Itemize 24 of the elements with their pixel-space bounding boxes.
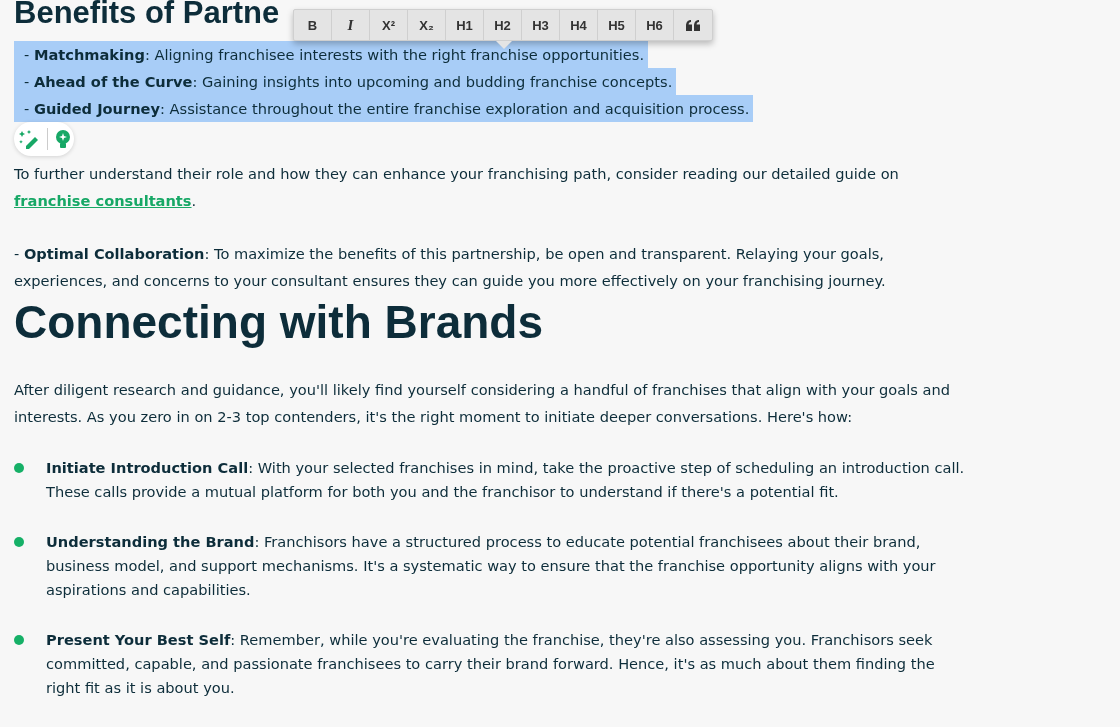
bold-button[interactable]: B xyxy=(294,10,332,40)
paragraph: To further understand their role and how they can enhance your franchising path, consider reading our detailed guide on franchise consultants. xyxy=(14,164,900,211)
format-button[interactable]: X² xyxy=(370,10,408,40)
paragraph: - Optimal Collaboration: To maximize the benefits of this partnership, be open and transparent. Relaying your goals, experiences, and concerns to your consultant ensures they can guide you more effectively on your franchising journey. xyxy=(14,244,887,291)
section-heading: Connecting with Brands xyxy=(14,296,544,348)
format-button[interactable]: X₂ xyxy=(408,10,446,40)
lightbulb-icon[interactable] xyxy=(54,129,71,149)
magic-pencil-icon[interactable] xyxy=(17,129,40,149)
bullet-dot xyxy=(14,537,24,547)
bullet-dot xyxy=(14,635,24,645)
list-item-text: Present Your Best Self: Remember, while you're evaluating the franchise, they're also assessing you. Franchisors seek committed, capable, and passionate franchisees to carry their brand forward. Hence, it's as much about them finding the right fit as it is about you. xyxy=(46,630,936,698)
list-item-text: Understanding the Brand: Franchisors have a structured process to educate potential franchisees about their brand, business model, and support mechanisms. It's a systematic way to ensure that the franchise opportunity aligns with your aspirations and capabilities. xyxy=(46,532,937,600)
format-button[interactable]: H4 xyxy=(560,10,598,40)
format-button[interactable]: H6 xyxy=(636,10,674,40)
bullet-dot xyxy=(14,463,24,473)
section-heading: Benefits of Partne xyxy=(14,0,280,31)
format-button[interactable]: H3 xyxy=(522,10,560,40)
list-item-text: Initiate Introduction Call: With your selected franchises in mind, take the proactive step of scheduling an introduction call. These calls provide a mutual platform for both you and the franchisor to understand if there's a potential fit. xyxy=(46,458,966,502)
format-button[interactable]: H2 xyxy=(484,10,522,40)
paragraph: After diligent research and guidance, you'll likely find yourself considering a handful of franchises that align with your goals and interests. As you zero in on 2-3 top contenders, it's the right moment to initiate deeper conversations. Here's how: xyxy=(14,380,951,427)
quote-icon xyxy=(686,19,700,31)
format-button[interactable]: H1 xyxy=(446,10,484,40)
format-button[interactable]: H5 xyxy=(598,10,636,40)
italic-button[interactable]: I xyxy=(332,10,370,40)
